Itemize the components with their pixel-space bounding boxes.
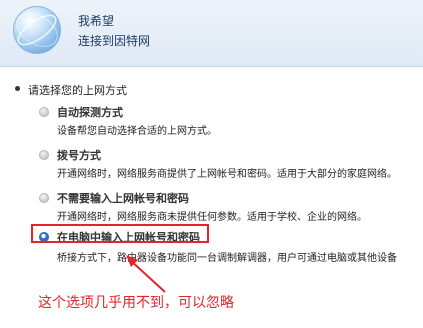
annotation-text: 这个选项几乎用不到，可以忽略 [38,295,234,311]
annotation-arrow-icon [126,255,166,293]
